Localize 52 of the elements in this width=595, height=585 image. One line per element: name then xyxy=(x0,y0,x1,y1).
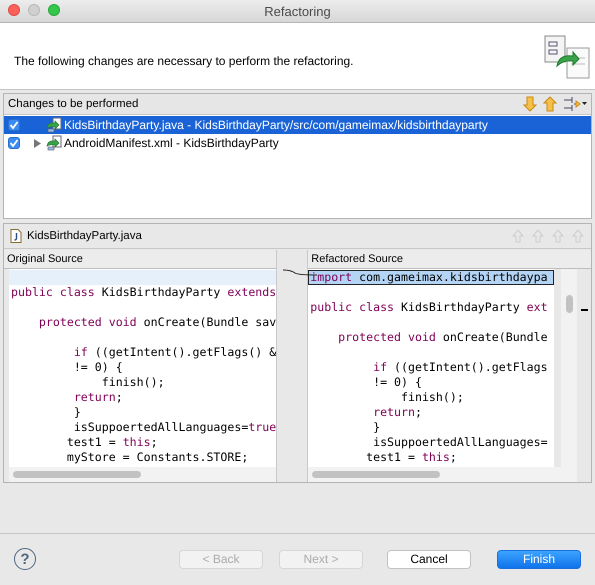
checkbox[interactable] xyxy=(8,119,20,131)
code-line: != 0) { xyxy=(72,360,124,375)
file-change-icon xyxy=(46,117,62,133)
code-line: finish(); xyxy=(400,390,465,405)
code-line: return; xyxy=(72,390,124,405)
code-line: if ((getIntent().getFlags xyxy=(372,360,549,375)
code-line: if ((getIntent().getFlags() & xyxy=(72,345,276,360)
java-file-icon xyxy=(10,229,22,243)
horizontal-scrollbar[interactable] xyxy=(13,471,141,478)
code-line: isSuppoertedAllLanguages= xyxy=(372,435,549,450)
finish-button[interactable]: Finish xyxy=(497,550,581,568)
up-arrow-icon[interactable] xyxy=(543,96,557,112)
header-message: The following changes are necessary to perform the refactoring. xyxy=(14,54,354,68)
window-title: Refactoring xyxy=(264,4,331,18)
code-line: isSuppoertedAllLanguages=true xyxy=(72,420,276,435)
change-marker xyxy=(580,309,588,311)
code-line: finish(); xyxy=(100,375,166,390)
minimize-button[interactable] xyxy=(28,4,40,16)
changes-title: Changes to be performed xyxy=(8,98,138,110)
file-change-icon xyxy=(46,135,62,151)
close-button[interactable] xyxy=(8,4,20,16)
change-label: AndroidManifest.xml - KidsBirthdayParty xyxy=(64,136,279,150)
navigation-arrow-icon[interactable] xyxy=(551,229,565,243)
code-line: } xyxy=(372,420,382,435)
help-button[interactable]: ? xyxy=(14,548,36,570)
wizard-button[interactable]: Cancel xyxy=(387,550,471,568)
navigation-arrow-icon[interactable] xyxy=(511,229,525,243)
horizontal-scrollbar[interactable] xyxy=(312,471,440,478)
zoom-button[interactable] xyxy=(48,4,60,16)
pane-title: Original Source xyxy=(4,250,276,269)
code-line: public class KidsBirthdayParty extends xyxy=(10,285,276,300)
code-line: != 0) { xyxy=(372,375,423,390)
code-line: protected void onCreate(Bundle xyxy=(337,330,549,345)
code-line: } xyxy=(72,405,82,420)
down-arrow-icon[interactable] xyxy=(523,96,537,112)
code-line: return; xyxy=(372,405,423,420)
navigation-arrow-icon[interactable] xyxy=(531,229,545,243)
code-line: public class KidsBirthdayParty ext xyxy=(309,300,549,315)
compare-file-name: KidsBirthdayParty.java xyxy=(27,230,142,242)
change-item[interactable]: AndroidManifest.xml - KidsBirthdayParty xyxy=(4,134,591,152)
expand-triangle-icon[interactable] xyxy=(34,138,41,148)
change-item[interactable]: KidsBirthdayParty.java - KidsBirthdayParty/src/com/gameimax/kidsbirthdayparty xyxy=(4,116,591,134)
checkbox[interactable] xyxy=(8,137,20,149)
navigation-arrow-icon[interactable] xyxy=(571,229,585,243)
pane-title: Refactored Source xyxy=(308,250,591,269)
change-label: KidsBirthdayParty.java - KidsBirthdayParty/src/com/gameimax/kidsbirthdayparty xyxy=(64,118,488,132)
refactoring-wizard-icon xyxy=(543,34,591,80)
vertical-scrollbar[interactable] xyxy=(566,295,572,313)
code-line: protected void onCreate(Bundle sav xyxy=(38,315,276,330)
code-line: myStore = Constants.STORE; xyxy=(66,450,250,465)
code-line: test1 = this; xyxy=(66,435,159,450)
code-line: test1 = this; xyxy=(365,450,458,465)
